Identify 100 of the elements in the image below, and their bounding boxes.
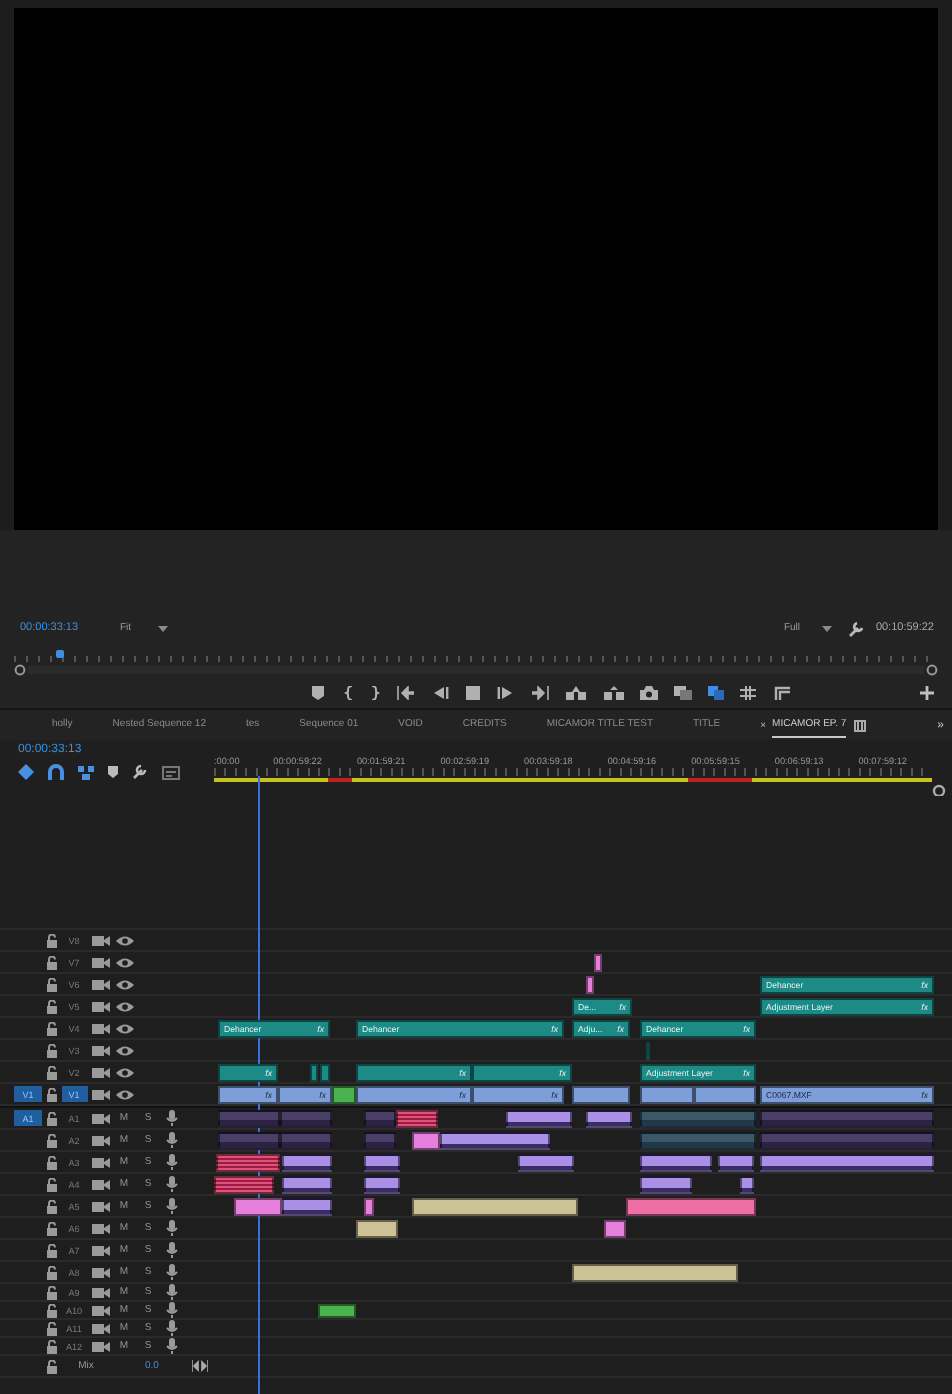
- audio-clip[interactable]: [364, 1132, 396, 1150]
- wrench-icon[interactable]: [132, 764, 148, 780]
- video-clip[interactable]: [572, 1086, 630, 1104]
- audio-clip[interactable]: [282, 1176, 332, 1194]
- snap-icon[interactable]: [48, 764, 64, 780]
- lock-icon[interactable]: [46, 1321, 58, 1335]
- microphone-icon[interactable]: [166, 1110, 178, 1126]
- audio-clip[interactable]: [364, 1110, 396, 1128]
- microphone-icon[interactable]: [166, 1132, 178, 1148]
- audio-clip[interactable]: [440, 1132, 550, 1150]
- eye-icon[interactable]: [115, 955, 133, 969]
- audio-clip[interactable]: [640, 1176, 692, 1194]
- film-icon[interactable]: [91, 955, 109, 969]
- extract-icon[interactable]: [604, 685, 624, 699]
- microphone-icon[interactable]: [166, 1220, 178, 1236]
- film-icon[interactable]: [91, 1021, 109, 1035]
- audio-clip[interactable]: [396, 1110, 438, 1128]
- video-clip[interactable]: [332, 1086, 356, 1104]
- audio-clip[interactable]: [280, 1110, 332, 1128]
- audio-clip[interactable]: [412, 1132, 440, 1150]
- film-icon[interactable]: [91, 977, 109, 991]
- audio-clip[interactable]: [760, 1110, 934, 1128]
- eye-icon[interactable]: [115, 1021, 133, 1035]
- film-icon[interactable]: [91, 1111, 109, 1125]
- audio-clip[interactable]: [586, 1110, 632, 1128]
- film-icon[interactable]: [91, 1321, 109, 1335]
- microphone-icon[interactable]: [166, 1176, 178, 1192]
- audio-clip[interactable]: [740, 1176, 754, 1194]
- marker-icon[interactable]: [108, 766, 118, 778]
- camera-icon[interactable]: [640, 685, 658, 699]
- go-to-in-icon[interactable]: [396, 685, 414, 699]
- add-button-icon[interactable]: [920, 685, 934, 699]
- audio-clip[interactable]: [640, 1132, 756, 1150]
- scroll-handle-icon[interactable]: [926, 664, 938, 676]
- audio-clip[interactable]: [364, 1176, 400, 1194]
- lock-icon[interactable]: [46, 955, 58, 969]
- audio-clip[interactable]: [572, 1264, 738, 1282]
- audio-clip[interactable]: [518, 1154, 574, 1172]
- lock-icon[interactable]: [46, 1177, 58, 1191]
- panel-menu-icon[interactable]: [854, 719, 867, 731]
- audio-clip[interactable]: [282, 1198, 332, 1216]
- trim-icon[interactable]: [740, 685, 756, 699]
- lock-icon[interactable]: [46, 1303, 58, 1317]
- eye-icon[interactable]: [115, 999, 133, 1013]
- lock-icon[interactable]: [46, 1043, 58, 1057]
- lock-icon[interactable]: [46, 1087, 58, 1101]
- audio-clip[interactable]: [234, 1198, 282, 1216]
- lock-icon[interactable]: [46, 1111, 58, 1125]
- audio-clip[interactable]: [506, 1110, 572, 1128]
- film-icon[interactable]: [91, 1177, 109, 1191]
- audio-clip[interactable]: [218, 1132, 280, 1150]
- lock-icon[interactable]: [46, 977, 58, 991]
- lock-icon[interactable]: [46, 1359, 58, 1373]
- audio-clip[interactable]: [218, 1110, 280, 1128]
- film-icon[interactable]: [91, 1043, 109, 1057]
- audio-clip[interactable]: [364, 1198, 374, 1216]
- video-clip[interactable]: [640, 1086, 694, 1104]
- scroll-handle-icon[interactable]: [14, 664, 26, 676]
- audio-clip[interactable]: [412, 1198, 578, 1216]
- audio-clip[interactable]: [214, 1176, 274, 1194]
- step-back-icon[interactable]: [432, 685, 450, 699]
- lift-icon[interactable]: [566, 685, 586, 699]
- film-icon[interactable]: [91, 1133, 109, 1147]
- audio-clip[interactable]: [216, 1154, 280, 1172]
- microphone-icon[interactable]: [166, 1302, 178, 1318]
- microphone-icon[interactable]: [166, 1338, 178, 1354]
- film-icon[interactable]: [91, 1199, 109, 1213]
- eye-icon[interactable]: [115, 977, 133, 991]
- audio-clip[interactable]: [364, 1154, 400, 1172]
- lock-icon[interactable]: [46, 1243, 58, 1257]
- film-icon[interactable]: [91, 1303, 109, 1317]
- marker-icon[interactable]: [310, 685, 326, 699]
- film-icon[interactable]: [91, 1065, 109, 1079]
- lock-icon[interactable]: [46, 1155, 58, 1169]
- wrench-icon[interactable]: [847, 619, 864, 637]
- film-icon[interactable]: [91, 1243, 109, 1257]
- audio-clip[interactable]: [318, 1304, 356, 1318]
- eye-icon[interactable]: [115, 933, 133, 947]
- playhead[interactable]: [56, 650, 64, 658]
- audio-clip[interactable]: [356, 1220, 398, 1238]
- mark-in-icon[interactable]: [344, 685, 354, 699]
- audio-clip[interactable]: [640, 1110, 756, 1128]
- microphone-icon[interactable]: [166, 1284, 178, 1300]
- mark-out-icon[interactable]: [370, 685, 380, 699]
- video-clip[interactable]: [694, 1086, 756, 1104]
- eye-icon[interactable]: [115, 1065, 133, 1079]
- microphone-icon[interactable]: [166, 1198, 178, 1214]
- microphone-icon[interactable]: [166, 1154, 178, 1170]
- audio-clip[interactable]: [280, 1132, 332, 1150]
- microphone-icon[interactable]: [166, 1264, 178, 1280]
- linked-selection-icon[interactable]: [78, 764, 94, 780]
- lock-icon[interactable]: [46, 1199, 58, 1213]
- eye-icon[interactable]: [115, 1087, 133, 1101]
- film-icon[interactable]: [91, 1087, 109, 1101]
- eye-icon[interactable]: [115, 1043, 133, 1057]
- stop-icon[interactable]: [466, 685, 480, 699]
- lock-icon[interactable]: [46, 1133, 58, 1147]
- lock-icon[interactable]: [46, 1021, 58, 1035]
- audio-clip[interactable]: [282, 1154, 332, 1172]
- captions-icon[interactable]: [162, 765, 180, 779]
